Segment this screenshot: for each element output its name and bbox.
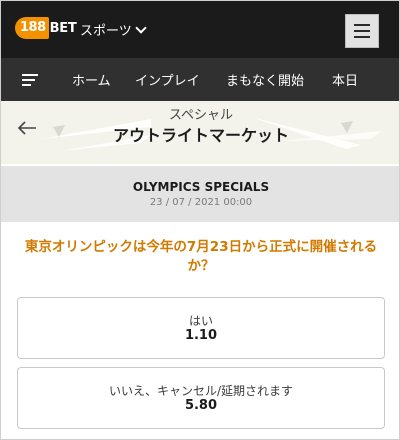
- page-title-bar: スペシャル アウトライトマーケット: [1, 101, 399, 164]
- menu-bar: [354, 36, 370, 38]
- logo-number: 188: [15, 17, 49, 39]
- nav-item-starting-soon[interactable]: まもなく開始: [226, 70, 304, 89]
- nav-item-today[interactable]: 本日: [332, 70, 358, 89]
- logo-text: BET: [49, 20, 77, 36]
- option-odds: 1.10: [184, 328, 218, 343]
- nav-item-inplay[interactable]: インプレイ: [135, 70, 200, 89]
- option-odds: 5.80: [184, 398, 218, 413]
- event-header: OLYMPICS SPECIALS 23 / 07 / 2021 00:00: [1, 166, 399, 222]
- option-label: はい: [188, 314, 213, 328]
- event-date: 23 / 07 / 2021 00:00: [149, 197, 253, 208]
- sport-selector[interactable]: スポーツ: [80, 20, 147, 39]
- page-subtitle: スペシャル: [168, 108, 234, 123]
- menu-bar: [354, 24, 370, 26]
- option-label: いいえ、キャンセル/延期されます: [108, 384, 294, 398]
- market-question: 東京オリンピックは今年の7月23日から正式に開催されるか？: [24, 239, 378, 274]
- sort-menu-icon[interactable]: [22, 74, 42, 86]
- brand-logo[interactable]: 188 BET: [15, 17, 77, 39]
- bet-option-yes[interactable]: はい 1.10: [17, 297, 385, 359]
- menu-bar: [354, 30, 370, 32]
- page-title: アウトライトマーケット: [112, 126, 289, 145]
- chevron-down-icon: [135, 21, 147, 34]
- main-nav: ホーム インプレイ まもなく開始 本日: [1, 58, 399, 101]
- sport-selector-label: スポーツ: [80, 24, 132, 39]
- nav-item-home[interactable]: ホーム: [72, 70, 111, 89]
- top-header: 188 BET スポーツ: [1, 1, 399, 58]
- hamburger-menu-button[interactable]: [345, 14, 379, 48]
- bet-option-no[interactable]: いいえ、キャンセル/延期されます 5.80: [17, 367, 385, 429]
- event-name: OLYMPICS SPECIALS: [132, 180, 270, 194]
- app-frame: 188 BET スポーツ ホーム インプレイ まもなく開始 本日 スペシャル ア…: [0, 0, 400, 440]
